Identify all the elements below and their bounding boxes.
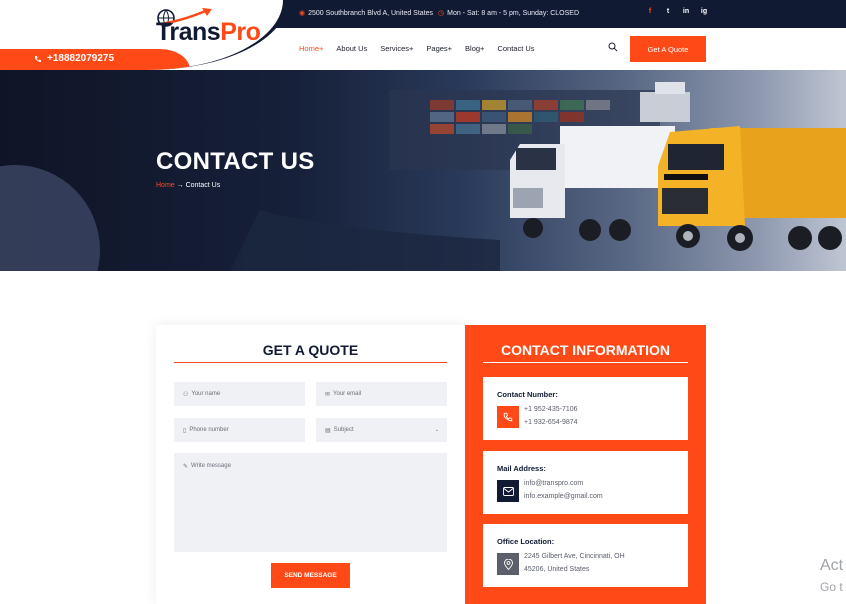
clock-icon: ◷ [438,10,445,17]
title-underline [483,362,688,363]
arrow-right-icon: → [176,182,184,189]
pencil-icon: ✎ [183,464,189,470]
nav-services[interactable]: Services+ [380,44,413,53]
breadcrumb-home-link[interactable]: Home [156,182,175,189]
pin-icon: ◉ [299,10,306,17]
phone-link[interactable]: +18882079275 [34,53,114,64]
hours-text: Mon - Sat: 8 am - 5 pm, Sunday: CLOSED [447,9,579,17]
facebook-icon[interactable]: f [646,8,654,15]
phone-field[interactable]: ▯ Phone number [174,418,305,442]
contact-info-card: CONTACT INFORMATION Contact Number: +1 9… [465,325,706,604]
quote-form-card: GET A QUOTE ⚇ Your name ✉ Your email ▯ P… [156,325,466,604]
linkedin-icon[interactable]: in [682,8,690,15]
phone-number: +18882079275 [47,53,115,64]
message-field[interactable]: ✎ Write message [174,453,447,552]
logo-text-trans: Trans [156,18,221,46]
social-links: f t in ig [646,8,708,15]
nav-pages[interactable]: Pages+ [426,44,452,53]
activate-windows-watermark: Act [820,557,844,574]
hero-banner: CONTACT US Home → Contact Us [0,70,846,271]
main-nav: Home+ About Us Services+ Pages+ Blog+ Co… [299,44,535,53]
message-placeholder: Write message [191,463,231,469]
title-underline [174,362,447,363]
name-field[interactable]: ⚇ Your name [174,382,305,406]
twitter-icon[interactable]: t [664,8,672,15]
phone-placeholder: Phone number [189,427,229,433]
email-placeholder: Your email [333,391,362,397]
nav-home[interactable]: Home+ [299,44,323,53]
phone-line-1[interactable]: +1 952-435-7106 [524,406,578,413]
mail-address-box: Mail Address: info@transpro.com info.exa… [483,451,688,514]
address-text: 2500 Southbranch Blvd A, United States [308,9,434,17]
chevron-down-icon: ⌄ [434,427,439,433]
nav-blog[interactable]: Blog+ [465,44,484,53]
email-line-1[interactable]: info@transpro.com [524,480,583,487]
logo-text[interactable]: TransPro [156,18,261,47]
send-message-button[interactable]: SEND MESSAGE [271,563,350,588]
search-icon[interactable] [608,42,618,52]
address-info: ◉ 2500 Southbranch Blvd A, United States [299,9,434,18]
contact-number-box: Contact Number: +1 952-435-7106 +1 932-6… [483,377,688,440]
document-icon: ▤ [325,427,331,434]
phone-icon [497,406,519,428]
email-field[interactable]: ✉ Your email [316,382,447,406]
breadcrumb-current: Contact Us [185,182,221,189]
location-icon [497,553,519,575]
get-a-quote-button[interactable]: Get A Quote [630,36,706,62]
breadcrumb: Home → Contact Us [156,182,220,189]
phone-icon [35,55,41,62]
phone-line-2[interactable]: +1 932-654-9874 [524,419,578,426]
activate-windows-subtext: Go t [820,580,843,594]
page: ◉ 2500 Southbranch Blvd A, United States… [0,0,846,604]
nav-about-us[interactable]: About Us [336,44,367,53]
office-location-box: Office Location: 2245 Gilbert Ave, Cinci… [483,524,688,587]
contact-info-title: CONTACT INFORMATION [500,342,670,358]
hours-info: ◷ Mon - Sat: 8 am - 5 pm, Sunday: CLOSED [438,9,579,18]
user-icon: ⚇ [183,391,189,398]
page-title: CONTACT US [156,148,315,175]
envelope-icon: ✉ [325,391,331,398]
quote-form-title: GET A QUOTE [262,342,359,358]
address-line-1: 2245 Gilbert Ave, Cincinnati, OH [524,553,625,560]
phone-field-icon: ▯ [183,427,187,434]
logo-text-pro: Pro [220,18,261,46]
name-placeholder: Your name [191,391,221,397]
instagram-icon[interactable]: ig [700,8,708,15]
email-line-2[interactable]: info.example@gmail.com [524,493,603,500]
mail-address-label: Mail Address: [497,464,546,473]
address-line-2: 45206, United States [524,566,590,573]
hero-trucks-image [230,82,846,271]
nav-contact-us[interactable]: Contact Us [497,44,534,53]
mail-icon [497,480,519,502]
subject-select[interactable]: ▤ Subject ⌄ [316,418,447,442]
contact-number-label: Contact Number: [497,390,558,399]
office-location-label: Office Location: [497,537,555,546]
subject-placeholder: Subject [333,427,354,433]
